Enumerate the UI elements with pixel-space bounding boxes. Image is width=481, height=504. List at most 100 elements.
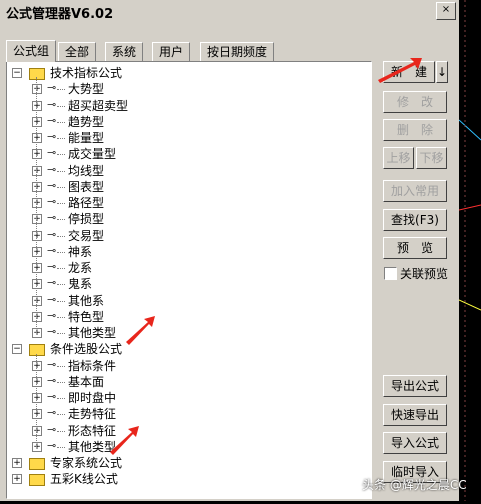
tab-by-date-frequency[interactable]: 按日期频度 bbox=[200, 42, 275, 61]
tree-group-label[interactable]: 五彩K线公式 bbox=[50, 471, 118, 487]
annotation-arrow-expert bbox=[110, 426, 139, 455]
tab-user[interactable]: 用户 bbox=[152, 42, 191, 61]
tree-item-label[interactable]: 停损型 bbox=[68, 211, 104, 227]
find-button[interactable]: 查找(F3) bbox=[383, 209, 447, 231]
item-expander[interactable]: + bbox=[32, 181, 42, 192]
tree-connector bbox=[57, 398, 65, 399]
tree-item-label[interactable]: 其他类型 bbox=[68, 325, 116, 341]
tree-group-label[interactable]: 技术指标公式 bbox=[50, 65, 122, 81]
tree-connector bbox=[57, 381, 65, 383]
tree-connector bbox=[57, 105, 65, 107]
tree-item-label[interactable]: 其他系 bbox=[68, 293, 104, 309]
item-expander[interactable]: + bbox=[32, 376, 42, 387]
item-expander[interactable]: + bbox=[32, 263, 42, 273]
item-expander[interactable]: + bbox=[32, 360, 42, 371]
formula-tree[interactable]: − 技术指标公式 + ⊸ 大势型 + ⊸ 超买超卖型 + ⊸ 趋势型 + ⊸ 能量型 + ⊸ 成交量型 + ⊸ 均线型… bbox=[6, 61, 372, 499]
tree-item-label[interactable]: 特色型 bbox=[68, 309, 104, 325]
item-expander[interactable]: + bbox=[32, 230, 42, 241]
key-icon: ⊸ bbox=[47, 276, 57, 290]
tab-all[interactable]: 全部 bbox=[58, 42, 97, 61]
key-icon: ⊸ bbox=[47, 373, 57, 387]
key-icon: ⊸ bbox=[47, 130, 57, 143]
tree-group-label[interactable]: 专家系统公式 bbox=[50, 455, 122, 471]
item-expander[interactable]: + bbox=[32, 100, 42, 111]
modify-button[interactable]: 修 改 bbox=[383, 91, 447, 113]
tree-item-label[interactable]: 能量型 bbox=[68, 130, 104, 146]
tree-item-label[interactable]: 路径型 bbox=[68, 195, 104, 211]
group-expander[interactable]: + bbox=[12, 474, 22, 485]
key-icon: ⊸ bbox=[47, 325, 57, 338]
folder-icon bbox=[29, 344, 45, 357]
item-expander[interactable]: + bbox=[32, 311, 42, 322]
title-bar: 公式管理器V6.02 × bbox=[0, 0, 459, 22]
item-expander[interactable]: + bbox=[32, 149, 42, 160]
group-expander[interactable]: + bbox=[12, 458, 22, 468]
tree-connector bbox=[57, 300, 65, 302]
close-button[interactable]: × bbox=[436, 2, 456, 20]
item-expander[interactable]: + bbox=[32, 279, 42, 290]
tree-item-label[interactable]: 即时盘中 bbox=[68, 390, 116, 406]
tree-item-label[interactable]: 超买超卖型 bbox=[68, 98, 128, 114]
export-button[interactable]: 导出公式 bbox=[383, 375, 447, 397]
key-icon: ⊸ bbox=[47, 162, 57, 176]
background-chart bbox=[458, 0, 481, 501]
item-expander[interactable]: + bbox=[32, 425, 42, 436]
tree-item-label[interactable]: 鬼系 bbox=[68, 276, 92, 292]
chart-fragment bbox=[458, 0, 481, 501]
item-expander[interactable]: + bbox=[32, 409, 42, 420]
key-icon: ⊸ bbox=[47, 195, 57, 208]
item-expander[interactable]: + bbox=[32, 295, 42, 306]
item-expander[interactable]: + bbox=[32, 393, 42, 403]
key-icon: ⊸ bbox=[47, 81, 57, 95]
tab-system[interactable]: 系统 bbox=[105, 42, 144, 61]
tree-item-label[interactable]: 交易型 bbox=[68, 228, 104, 244]
key-icon: ⊸ bbox=[47, 390, 57, 403]
tree-item-label[interactable]: 趋势型 bbox=[68, 114, 104, 130]
tree-item-label[interactable]: 龙系 bbox=[68, 260, 92, 276]
tab-formula-group[interactable]: 公式组 bbox=[6, 40, 57, 62]
delete-button[interactable]: 删 除 bbox=[383, 119, 447, 141]
move-up-button[interactable]: 上移 bbox=[383, 147, 414, 169]
annotation-arrow-new bbox=[378, 58, 422, 83]
tree-item-label[interactable]: 指标条件 bbox=[68, 358, 116, 374]
item-expander[interactable]: + bbox=[32, 133, 42, 143]
item-expander[interactable]: + bbox=[32, 198, 42, 208]
import-button[interactable]: 导入公式 bbox=[383, 432, 447, 454]
linked-preview-checkbox[interactable] bbox=[384, 267, 397, 280]
key-icon: ⊸ bbox=[47, 260, 57, 273]
new-dropdown-button[interactable]: ↓ bbox=[436, 61, 448, 83]
item-expander[interactable]: + bbox=[32, 214, 42, 225]
tree-item-label[interactable]: 成交量型 bbox=[68, 146, 116, 162]
tree-item-label[interactable]: 基本面 bbox=[68, 374, 104, 390]
item-expander[interactable]: + bbox=[32, 165, 42, 176]
tree-item-label[interactable]: 大势型 bbox=[68, 81, 104, 97]
item-expander[interactable]: + bbox=[32, 84, 42, 95]
group-expander[interactable]: − bbox=[12, 344, 22, 355]
item-expander[interactable]: + bbox=[32, 441, 42, 452]
tree-connector bbox=[57, 414, 65, 416]
item-expander[interactable]: + bbox=[32, 116, 42, 127]
tree-connector bbox=[57, 219, 65, 221]
tree-connector bbox=[57, 121, 65, 123]
move-down-button[interactable]: 下移 bbox=[416, 147, 447, 169]
tree-connector bbox=[57, 430, 65, 432]
key-icon: ⊸ bbox=[47, 146, 57, 160]
chart-line-yellow bbox=[458, 299, 481, 311]
tree-item-label[interactable]: 走势特征 bbox=[68, 406, 116, 422]
window-title: 公式管理器V6.02 bbox=[6, 7, 114, 22]
quick-export-button[interactable]: 快速导出 bbox=[383, 404, 447, 426]
tree-item-label[interactable]: 均线型 bbox=[68, 163, 104, 179]
tree-group-label[interactable]: 条件选股公式 bbox=[50, 341, 122, 357]
group-expander[interactable]: − bbox=[12, 68, 22, 78]
folder-icon bbox=[29, 474, 45, 487]
tree-connector bbox=[57, 203, 65, 204]
key-icon: ⊸ bbox=[47, 227, 57, 241]
add-common-button[interactable]: 加入常用 bbox=[383, 180, 447, 202]
item-expander[interactable]: + bbox=[32, 246, 42, 257]
chart-line-cyan bbox=[458, 119, 481, 141]
preview-button[interactable]: 预 览 bbox=[383, 237, 447, 259]
tree-connector bbox=[57, 268, 65, 269]
tree-item-label[interactable]: 神系 bbox=[68, 244, 92, 260]
tree-item-label[interactable]: 图表型 bbox=[68, 179, 104, 195]
item-expander[interactable]: + bbox=[32, 328, 42, 338]
